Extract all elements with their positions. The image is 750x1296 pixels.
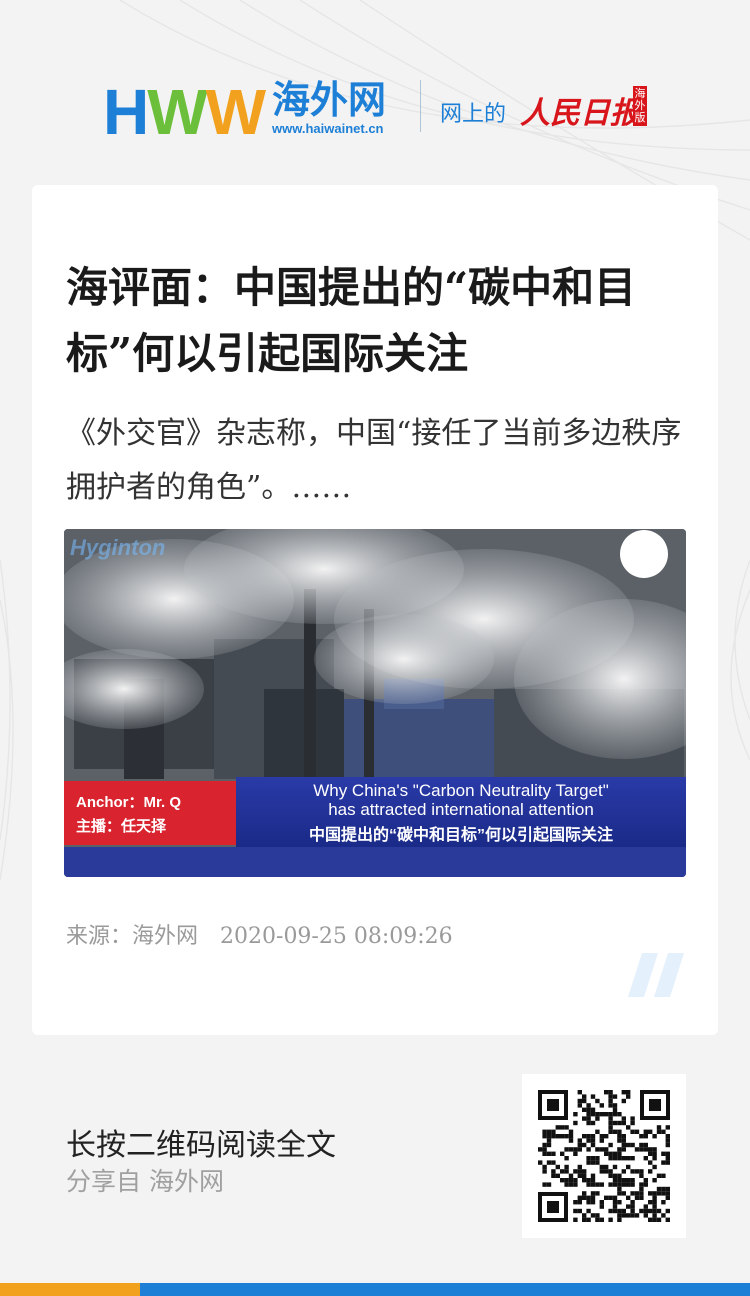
video-brand-mark: Hyginton bbox=[70, 535, 166, 560]
source-label: 来源：海外网 bbox=[66, 924, 199, 949]
publish-date: 2020-09-25 08:09:26 bbox=[220, 924, 453, 949]
news-image[interactable]: Hyginton Anchor：Mr. Q 主播：任天择 Why China's… bbox=[64, 529, 686, 877]
site-header: HWW 海外网 www.haiwainet.cn 网上的 人民日报 海外版 bbox=[0, 70, 750, 150]
sun-icon bbox=[620, 530, 668, 578]
logo-divider bbox=[420, 80, 421, 132]
hww-logo[interactable]: HWW bbox=[103, 80, 266, 144]
article-meta: 来源：海外网 2020-09-25 08:09:26 bbox=[66, 918, 453, 950]
caption-cn: 中国提出的“碳中和目标”何以引起国际关注 bbox=[308, 827, 613, 844]
qr-code-graphic bbox=[538, 1090, 670, 1222]
article-summary: 《外交官》杂志称，中国“接任了当前多边秩序拥护者的角色”。…… bbox=[66, 416, 682, 505]
logo-url: www.haiwainet.cn bbox=[272, 121, 384, 136]
edition-badge: 海外版 bbox=[633, 86, 647, 126]
quote-decoration-icon bbox=[628, 953, 684, 997]
anchor-name-cn: 主播：任天择 bbox=[76, 818, 167, 835]
share-source-text: 分享自 海外网 bbox=[66, 1167, 224, 1196]
qr-cta-text: 长按二维码阅读全文 bbox=[66, 1128, 336, 1163]
logo-letter-w1: W bbox=[147, 76, 207, 148]
bottom-bar-orange bbox=[0, 1283, 140, 1296]
qr-code[interactable] bbox=[522, 1074, 686, 1238]
logo-name: 海外网 bbox=[272, 77, 387, 122]
anchor-name-en: Anchor：Mr. Q bbox=[76, 794, 182, 811]
caption-en-line1: Why China's "Carbon Neutrality Target" bbox=[313, 781, 609, 800]
logo-letter-h: H bbox=[103, 76, 149, 148]
bottom-color-bar bbox=[0, 1283, 750, 1296]
online-text: 网上的 bbox=[440, 102, 507, 127]
caption-bar-footer bbox=[64, 847, 686, 877]
caption-en-line2: has attracted international attention bbox=[328, 800, 594, 819]
bottom-bar-blue bbox=[140, 1283, 750, 1296]
anchor-label: Anchor：Mr. Q 主播：任天择 bbox=[64, 781, 236, 845]
article-card[interactable]: 海评面：中国提出的“碳中和目标”何以引起国际关注 《外交官》杂志称，中国“接任了… bbox=[32, 185, 718, 1035]
logo-letter-w2: W bbox=[205, 76, 266, 148]
people-daily-logo: 人民日报 bbox=[520, 96, 640, 131]
video-caption: Why China's "Carbon Neutrality Target" h… bbox=[236, 777, 686, 847]
article-title: 海评面：中国提出的“碳中和目标”何以引起国际关注 bbox=[66, 263, 637, 378]
